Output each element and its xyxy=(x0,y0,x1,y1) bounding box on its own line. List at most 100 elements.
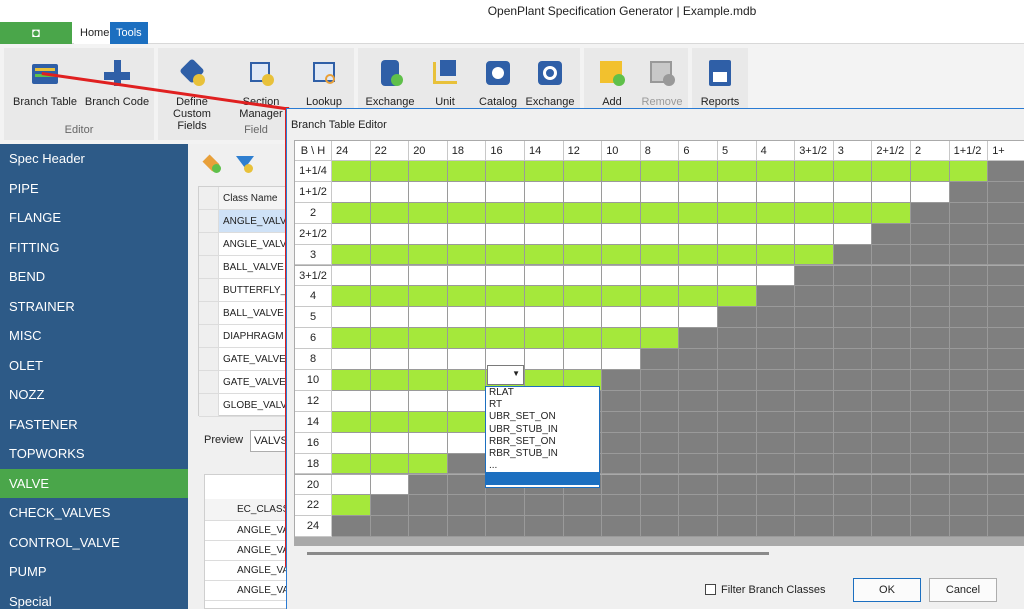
preview-row[interactable]: ANGLE_VA xyxy=(205,581,291,601)
branch-cell[interactable] xyxy=(409,307,448,328)
branch-cell[interactable] xyxy=(602,307,641,328)
sidebar-item-fastener[interactable]: FASTENER xyxy=(0,410,188,440)
filter-icon[interactable] xyxy=(234,154,256,174)
branch-cell[interactable] xyxy=(371,454,410,475)
branch-cell[interactable] xyxy=(332,203,371,224)
branch-cell[interactable] xyxy=(679,245,718,266)
branch-cell[interactable] xyxy=(602,182,641,203)
branch-cell[interactable] xyxy=(409,245,448,266)
branch-cell[interactable] xyxy=(525,203,564,224)
branch-cell[interactable] xyxy=(409,224,448,245)
branch-cell[interactable] xyxy=(679,266,718,287)
branch-cell[interactable] xyxy=(564,182,603,203)
branch-cell[interactable] xyxy=(486,266,525,287)
branch-cell[interactable] xyxy=(564,307,603,328)
sidebar-item-control-valve[interactable]: CONTROL_VALVE xyxy=(0,528,188,558)
dropdown-option[interactable]: UBR_STUB_IN xyxy=(486,424,599,436)
branch-cell[interactable] xyxy=(371,307,410,328)
branch-cell[interactable] xyxy=(602,266,641,287)
class-list-row[interactable]: ANGLE_VALVE xyxy=(199,210,289,233)
branch-cell[interactable] xyxy=(834,182,873,203)
remove-button[interactable]: Remove xyxy=(638,58,686,108)
branch-cell[interactable] xyxy=(525,307,564,328)
branch-cell[interactable] xyxy=(409,391,448,412)
sidebar-item-olet[interactable]: OLET xyxy=(0,351,188,381)
branch-cell[interactable] xyxy=(409,370,448,391)
branch-cell[interactable] xyxy=(834,203,873,224)
branch-cell[interactable] xyxy=(641,161,680,182)
branch-cell[interactable] xyxy=(332,161,371,182)
branch-cell[interactable] xyxy=(448,286,487,307)
reports-button[interactable]: Reports xyxy=(694,58,746,108)
branch-cell[interactable] xyxy=(332,495,371,516)
branch-cell[interactable] xyxy=(950,161,989,182)
branch-cell[interactable] xyxy=(448,307,487,328)
class-list-row[interactable]: GATE_VALVE xyxy=(199,348,289,371)
branch-cell[interactable] xyxy=(757,203,796,224)
branch-cell[interactable] xyxy=(332,286,371,307)
sidebar-item-pump[interactable]: PUMP xyxy=(0,557,188,587)
class-list-row[interactable]: BUTTERFLY_VALVE xyxy=(199,279,289,302)
branch-cell[interactable] xyxy=(332,245,371,266)
branch-type-dropdown[interactable]: RLATRTUBR_SET_ONUBR_STUB_INRBR_SET_ONRBR… xyxy=(485,386,600,488)
branch-table-button[interactable]: Branch Table xyxy=(10,58,80,108)
dropdown-option[interactable]: RT xyxy=(486,399,599,411)
branch-cell[interactable] xyxy=(641,203,680,224)
branch-cell[interactable] xyxy=(448,328,487,349)
branch-cell[interactable] xyxy=(795,245,834,266)
branch-cell[interactable] xyxy=(795,161,834,182)
branch-cell[interactable] xyxy=(371,370,410,391)
filter-checkbox[interactable] xyxy=(705,584,716,595)
branch-cell[interactable] xyxy=(409,203,448,224)
branch-cell[interactable] xyxy=(332,182,371,203)
branch-cell[interactable] xyxy=(448,182,487,203)
branch-cell[interactable] xyxy=(371,266,410,287)
branch-cell[interactable] xyxy=(371,433,410,454)
sidebar-item-nozz[interactable]: NOZZ xyxy=(0,380,188,410)
branch-cell[interactable] xyxy=(641,224,680,245)
class-list-row[interactable]: GATE_VALVE xyxy=(199,371,289,394)
branch-cell[interactable] xyxy=(872,182,911,203)
branch-cell[interactable] xyxy=(371,286,410,307)
branch-cell[interactable] xyxy=(332,454,371,475)
branch-cell[interactable] xyxy=(834,161,873,182)
branch-cell[interactable] xyxy=(332,433,371,454)
branch-cell[interactable] xyxy=(757,182,796,203)
branch-cell[interactable] xyxy=(911,182,950,203)
branch-cell[interactable] xyxy=(448,349,487,370)
branch-cell[interactable] xyxy=(564,245,603,266)
exchange-button[interactable]: Exchange xyxy=(364,58,416,108)
branch-cell[interactable] xyxy=(486,286,525,307)
branch-cell[interactable] xyxy=(564,349,603,370)
branch-cell[interactable] xyxy=(757,245,796,266)
branch-cell[interactable] xyxy=(602,203,641,224)
sidebar-item-pipe[interactable]: PIPE xyxy=(0,174,188,204)
branch-cell[interactable] xyxy=(332,224,371,245)
preview-row[interactable]: ANGLE_VA xyxy=(205,541,291,561)
branch-cell[interactable] xyxy=(332,328,371,349)
catalog-button[interactable]: Catalog xyxy=(472,58,524,108)
class-list-row[interactable]: BALL_VALVE xyxy=(199,256,289,279)
branch-cell[interactable] xyxy=(564,286,603,307)
branch-cell[interactable] xyxy=(409,454,448,475)
branch-cell[interactable] xyxy=(525,286,564,307)
branch-cell[interactable] xyxy=(602,245,641,266)
sidebar-item-topworks[interactable]: TOPWORKS xyxy=(0,439,188,469)
branch-cell[interactable] xyxy=(371,182,410,203)
branch-cell[interactable] xyxy=(448,203,487,224)
branch-cell[interactable] xyxy=(679,203,718,224)
dropdown-option[interactable]: RBR_SET_ON xyxy=(486,436,599,448)
scrollbar-thumb[interactable] xyxy=(307,552,769,555)
branch-cell[interactable] xyxy=(641,328,680,349)
branch-cell[interactable] xyxy=(332,349,371,370)
branch-cell[interactable] xyxy=(602,161,641,182)
dropdown-option[interactable]: RLAT xyxy=(486,387,599,399)
branch-cell[interactable] xyxy=(448,161,487,182)
branch-cell[interactable] xyxy=(486,245,525,266)
branch-cell[interactable] xyxy=(602,349,641,370)
app-menu-button[interactable]: ◘ xyxy=(0,22,72,44)
branch-cell[interactable] xyxy=(332,266,371,287)
sidebar-item-bend[interactable]: BEND xyxy=(0,262,188,292)
branch-cell[interactable] xyxy=(448,391,487,412)
branch-cell[interactable] xyxy=(795,182,834,203)
